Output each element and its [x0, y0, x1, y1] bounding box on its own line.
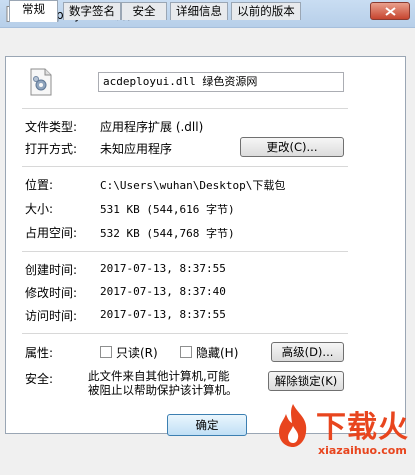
open-with-label: 打开方式:	[25, 142, 78, 156]
modified-value: 2017-07-13, 8:37:40	[100, 285, 226, 298]
close-icon	[385, 7, 396, 16]
watermark-url: xiazaihuo.com	[318, 444, 407, 457]
tab-general[interactable]: 常规	[9, 0, 58, 22]
location-label: 位置:	[25, 178, 54, 192]
location-value: C:\Users\wuhan\Desktop\下载包	[100, 179, 286, 192]
divider	[22, 333, 348, 334]
hidden-label: 隐藏(H)	[196, 346, 239, 360]
readonly-checkbox[interactable]	[100, 346, 112, 358]
open-with-value: 未知应用程序	[100, 142, 173, 156]
file-type-value: 应用程序扩展 (.dll)	[100, 120, 204, 134]
modified-label: 修改时间:	[25, 286, 78, 300]
divider	[22, 166, 348, 167]
file-type-label: 文件类型:	[25, 120, 78, 134]
dll-file-icon	[30, 68, 52, 96]
watermark-brand: 下载火	[316, 410, 409, 445]
tab-security[interactable]: 安全	[121, 2, 167, 20]
accessed-value: 2017-07-13, 8:37:55	[100, 308, 226, 321]
divider	[22, 108, 348, 109]
readonly-label: 只读(R)	[116, 346, 158, 360]
tab-previous-versions[interactable]: 以前的版本	[231, 2, 301, 20]
tab-details[interactable]: 详细信息	[170, 2, 228, 20]
attributes-label: 属性:	[25, 346, 54, 360]
file-name-field[interactable]: acdeployui.dll 绿色资源网	[98, 72, 344, 92]
watermark: 下载火 xiazaihuo.com	[268, 392, 415, 475]
unblock-button[interactable]: 解除锁定(K)	[268, 371, 344, 391]
change-button[interactable]: 更改(C)...	[240, 137, 344, 157]
ok-button[interactable]: 确定	[167, 414, 247, 436]
security-text-line2: 被阻止以帮助保护该计算机。	[88, 383, 238, 397]
divider	[22, 251, 348, 252]
security-label: 安全:	[25, 372, 54, 386]
created-value: 2017-07-13, 8:37:55	[100, 262, 226, 275]
size-label: 大小:	[25, 202, 54, 216]
advanced-button[interactable]: 高级(D)...	[271, 342, 344, 362]
disk-size-value: 532 KB (544,768 字节)	[100, 227, 235, 240]
close-button[interactable]	[370, 2, 410, 20]
hidden-checkbox[interactable]	[180, 346, 192, 358]
size-value: 531 KB (544,616 字节)	[100, 203, 235, 216]
disk-size-label: 占用空间:	[25, 226, 78, 240]
accessed-label: 访问时间:	[25, 309, 78, 323]
created-label: 创建时间:	[25, 263, 78, 277]
tab-digital-signatures[interactable]: 数字签名	[63, 2, 121, 20]
flame-logo-icon	[279, 404, 307, 447]
